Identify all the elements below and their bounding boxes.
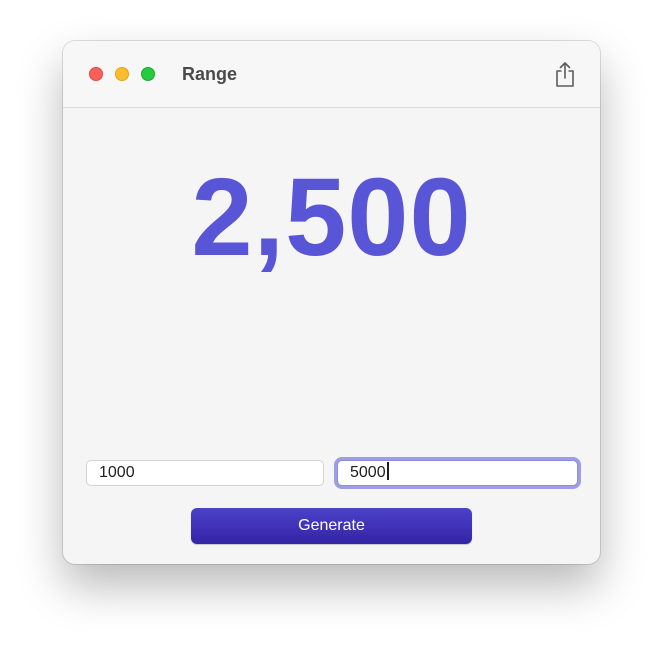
max-value-text: 5000: [350, 464, 386, 481]
zoom-icon[interactable]: [141, 67, 155, 81]
title-bar: Range: [63, 41, 600, 108]
generate-button[interactable]: Generate: [191, 508, 472, 544]
share-icon[interactable]: [553, 61, 577, 89]
min-value-field[interactable]: 1000: [86, 460, 324, 486]
close-icon[interactable]: [89, 67, 103, 81]
text-caret: [386, 462, 389, 480]
minimize-icon[interactable]: [115, 67, 129, 81]
window-title: Range: [182, 64, 238, 84]
app-window: Range 2,500 1000 5000 Generate: [63, 41, 600, 564]
max-value-field[interactable]: 5000: [337, 460, 578, 486]
min-value-text: 1000: [99, 464, 135, 481]
random-number-display: 2,500: [191, 156, 472, 279]
